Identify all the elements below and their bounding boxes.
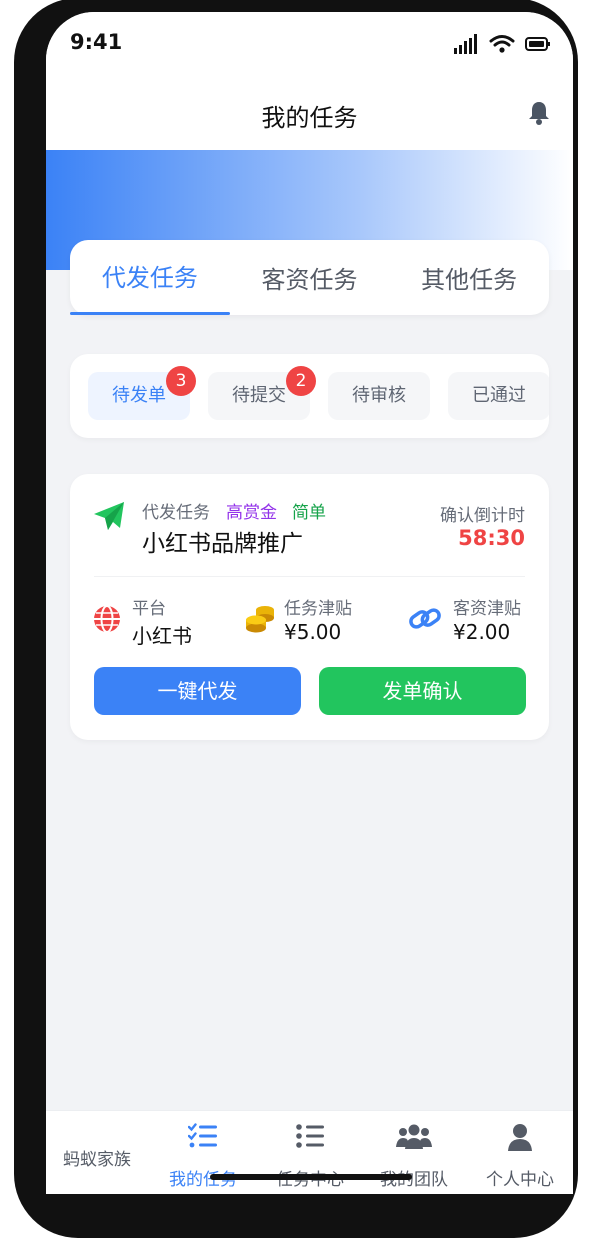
status-bar: 9:41 bbox=[46, 12, 573, 82]
nav-profile[interactable]: 个人中心 bbox=[470, 1111, 570, 1194]
phone-frame: 9:41 我的任务 代发任务 客资任务 其他任务 待发单 3 待提交 2 待审核… bbox=[14, 0, 578, 1238]
tab-lead-task[interactable]: 客资任务 bbox=[230, 240, 390, 315]
signal-icon bbox=[454, 34, 477, 54]
user-icon bbox=[508, 1124, 532, 1151]
platform-value: 小红书 bbox=[132, 624, 192, 648]
count-badge: 2 bbox=[286, 366, 316, 396]
lead-allowance-label: 客资津贴 bbox=[453, 599, 521, 619]
filter-pending-submit[interactable]: 待提交 2 bbox=[208, 366, 316, 420]
status-filter-tabs: 待发单 3 待提交 2 待审核 已通过 bbox=[70, 354, 549, 438]
status-icons bbox=[453, 34, 551, 54]
task-allowance-value: ¥5.00 bbox=[284, 620, 342, 644]
countdown-timer: 58:30 bbox=[458, 526, 525, 550]
app-header: 我的任务 bbox=[46, 82, 573, 150]
filter-pending-send[interactable]: 待发单 3 bbox=[88, 366, 196, 420]
page-title: 我的任务 bbox=[261, 104, 358, 132]
filter-label: 待发单 bbox=[112, 385, 166, 406]
nav-task-center[interactable]: 任务中心 bbox=[260, 1111, 360, 1194]
tab-other-task[interactable]: 其他任务 bbox=[389, 240, 549, 315]
confirm-order-button[interactable]: 发单确认 bbox=[319, 667, 526, 715]
battery-icon bbox=[525, 37, 550, 51]
home-indicator bbox=[210, 1174, 412, 1180]
status-time: 9:41 bbox=[70, 30, 123, 54]
task-list-icon bbox=[188, 1123, 217, 1148]
brand-name: 蚂蚁家族 bbox=[63, 1150, 131, 1170]
wifi-icon bbox=[489, 35, 515, 53]
team-icon bbox=[396, 1124, 432, 1149]
card-divider bbox=[94, 576, 525, 577]
countdown-label: 确认倒计时 bbox=[440, 506, 525, 526]
bottom-nav: 蚂蚁家族 我的任务 任务中心 我的团队 个人中心 bbox=[46, 1110, 573, 1194]
platform-label: 平台 bbox=[132, 599, 166, 619]
filter-label: 已通过 bbox=[472, 385, 526, 406]
nav-my-team[interactable]: 我的团队 bbox=[364, 1111, 464, 1194]
paper-plane-icon bbox=[94, 502, 124, 530]
difficulty-tag: 简单 bbox=[292, 503, 326, 523]
count-badge: 3 bbox=[166, 366, 196, 396]
phone-screen: 9:41 我的任务 代发任务 客资任务 其他任务 待发单 3 待提交 2 待审核… bbox=[46, 12, 573, 1194]
one-click-send-button[interactable]: 一键代发 bbox=[94, 667, 301, 715]
reward-tag: 高赏金 bbox=[226, 503, 277, 523]
tab-forward-task[interactable]: 代发任务 bbox=[70, 240, 230, 315]
link-icon bbox=[409, 608, 441, 629]
task-title: 小红书品牌推广 bbox=[142, 531, 303, 557]
task-type: 代发任务 bbox=[142, 503, 210, 523]
nav-label: 个人中心 bbox=[486, 1170, 554, 1190]
task-allowance-label: 任务津贴 bbox=[284, 599, 352, 619]
nav-my-tasks[interactable]: 我的任务 bbox=[153, 1111, 253, 1194]
lead-allowance-value: ¥2.00 bbox=[453, 620, 511, 644]
task-card[interactable]: 代发任务 高赏金 简单 小红书品牌推广 确认倒计时 58:30 平台 小红书 任… bbox=[70, 474, 549, 740]
main-tabs: 代发任务 客资任务 其他任务 bbox=[70, 240, 549, 315]
filter-label: 待提交 bbox=[232, 385, 286, 406]
filter-approved[interactable]: 已通过 bbox=[448, 372, 549, 420]
list-icon bbox=[296, 1124, 324, 1148]
globe-icon bbox=[94, 605, 120, 633]
filter-label: 待审核 bbox=[352, 385, 406, 406]
filter-under-review[interactable]: 待审核 bbox=[328, 372, 430, 420]
coins-icon bbox=[246, 606, 274, 633]
bell-icon[interactable] bbox=[527, 100, 551, 126]
